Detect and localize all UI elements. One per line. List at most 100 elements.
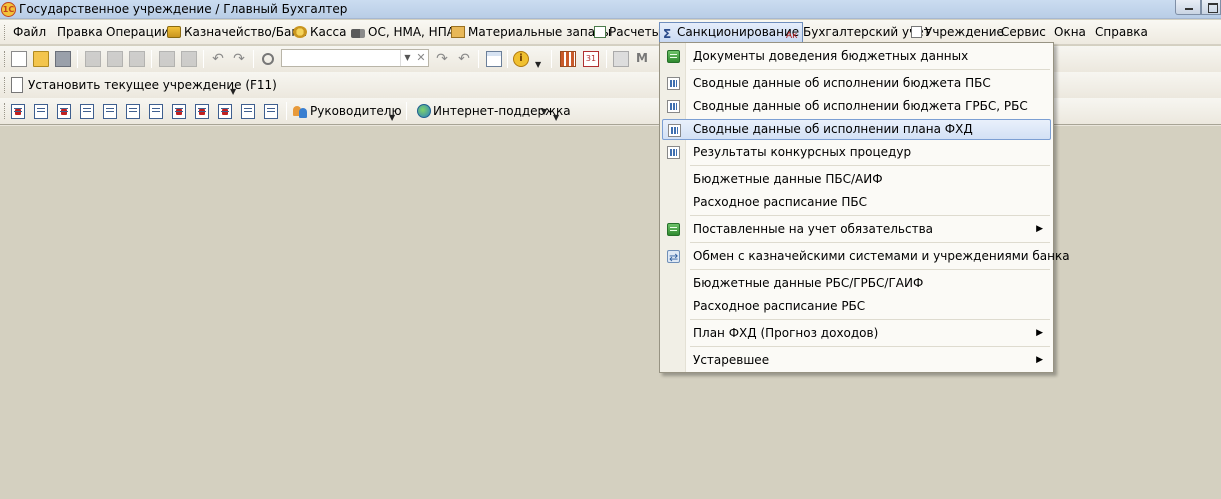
menu-help[interactable]: Справка (1092, 22, 1151, 43)
menu-settlements[interactable]: Расчеты (591, 22, 664, 43)
dropdown-menu-item[interactable]: Результаты конкурсных процедур (662, 142, 1051, 163)
menu-institution[interactable]: Учреждение (908, 22, 1007, 43)
accounting-icon: Ак (786, 31, 798, 41)
find-prev-icon[interactable]: ↶ (456, 51, 472, 67)
search-input[interactable]: ▼ ✕ (281, 49, 429, 67)
print-icon[interactable] (159, 51, 175, 67)
sigma-icon: Σ (663, 27, 672, 41)
report-icon[interactable] (11, 104, 25, 119)
copy-icon[interactable] (107, 51, 123, 67)
report-icon[interactable] (241, 104, 255, 119)
open-folder-icon[interactable] (33, 51, 49, 67)
dropdown-menu-item[interactable]: Сводные данные об исполнении бюджета ПБС (662, 73, 1051, 94)
menu-separator (690, 319, 1050, 320)
dropdown-menu-item[interactable]: Поставленные на учет обязательства ▶ (662, 219, 1051, 240)
menu-assets[interactable]: ОС, НМА, НПА (348, 22, 458, 43)
submenu-arrow-icon: ▶ (1036, 355, 1043, 365)
menu-operations[interactable]: Операции (103, 22, 172, 43)
report-icon[interactable] (57, 104, 71, 119)
dropdown-menu-item-label: Обмен с казначейскими системами и учрежд… (693, 249, 1070, 263)
cut-icon[interactable] (85, 51, 101, 67)
menu-separator (690, 242, 1050, 243)
dropdown-menu-item[interactable]: Расходное расписание РБС (662, 296, 1051, 317)
new-document-icon[interactable] (11, 51, 27, 67)
chevron-down-icon[interactable]: ▼ (535, 60, 541, 69)
menu-edit[interactable]: Правка (54, 22, 106, 43)
menu-treasury[interactable]: Казначейство/Банк (164, 22, 309, 43)
document-icon (667, 223, 680, 236)
manager-button[interactable]: Руководителю (310, 104, 402, 118)
redo-icon[interactable]: ↷ (231, 51, 247, 67)
dropdown-menu-item[interactable]: Сводные данные об исполнении плана ФХД (662, 119, 1051, 140)
settlements-icon (594, 26, 606, 38)
print-preview-icon[interactable] (181, 51, 197, 67)
dropdown-menu-item[interactable]: План ФХД (Прогноз доходов) ▶ (662, 323, 1051, 344)
report-icon[interactable] (264, 104, 278, 119)
report-icon[interactable] (218, 104, 232, 119)
info-icon[interactable]: i (513, 51, 529, 67)
dropdown-menu-item[interactable]: Обмен с казначейскими системами и учрежд… (662, 246, 1070, 268)
dropdown-menu-item[interactable]: Устаревшее ▶ (662, 350, 1051, 371)
menu-cash[interactable]: Касса (290, 22, 349, 43)
table-icon[interactable] (613, 51, 629, 67)
dropdown-menu-item[interactable]: Бюджетные данные ПБС/АИФ (662, 169, 1051, 190)
institution-icon (911, 26, 922, 38)
globe-icon (417, 104, 431, 118)
report-icon[interactable] (195, 104, 209, 119)
chevron-down-icon[interactable]: ▼ (541, 107, 547, 116)
minimize-button[interactable] (1175, 0, 1201, 15)
chevron-down-icon[interactable]: ▼ (400, 50, 414, 66)
title-bar: 1С Государственное учреждение / Главный … (0, 0, 1221, 19)
chevron-down-icon[interactable]: ▼ (230, 87, 236, 96)
internet-support-button[interactable]: Интернет-поддержка (433, 104, 571, 118)
report-icon[interactable] (34, 104, 48, 119)
dropdown-menu-item-label: Результаты конкурсных процедур (693, 145, 912, 159)
undo-icon[interactable]: ↶ (210, 51, 226, 67)
dropdown-menu-item-label: Расходное расписание ПБС (693, 195, 867, 209)
search-icon[interactable] (262, 53, 274, 65)
menu-materials[interactable]: Материальные запасы (448, 22, 614, 43)
calculator-icon[interactable] (560, 51, 576, 67)
menu-separator (690, 269, 1050, 270)
dropdown-menu-item[interactable]: Сводные данные об исполнении бюджета ГРБ… (662, 96, 1051, 117)
menu-windows[interactable]: Окна (1051, 22, 1089, 43)
manager-icon (293, 104, 307, 118)
report-icon[interactable] (126, 104, 140, 119)
menu-separator (690, 69, 1050, 70)
dropdown-menu-item[interactable]: Расходное расписание ПБС (662, 192, 1051, 213)
chevron-down-icon[interactable]: ▼ (389, 113, 395, 122)
set-institution-button[interactable]: Установить текущее учреждение (F11) (28, 78, 277, 92)
toolbar-grip[interactable] (4, 51, 7, 67)
report-icon[interactable] (172, 104, 186, 119)
menubar-grip[interactable] (4, 25, 7, 40)
dropdown-menu-item[interactable]: Бюджетные данные РБС/ГРБС/ГАИФ (662, 273, 1051, 294)
overflow-label[interactable]: M (636, 51, 648, 65)
report-chart-icon (668, 124, 681, 137)
calendar-icon[interactable]: 31 (583, 51, 599, 67)
chevron-down-icon[interactable]: ▼ (553, 113, 559, 122)
dropdown-menu-item-label: Поставленные на учет обязательства (693, 222, 934, 236)
find-next-icon[interactable]: ↷ (434, 51, 450, 67)
report-chart-icon (667, 100, 680, 113)
dropdown-menu-item[interactable]: Документы доведения бюджетных данных (662, 46, 1051, 67)
maximize-button[interactable] (1201, 0, 1221, 15)
menu-sanction[interactable]: Σ Санкционирование (659, 22, 804, 43)
paste-icon[interactable] (129, 51, 145, 67)
report-icon[interactable] (80, 104, 94, 119)
windows-icon[interactable] (486, 51, 502, 67)
dropdown-menu-item-label: Бюджетные данные ПБС/АИФ (693, 172, 883, 186)
bank-icon (167, 26, 181, 38)
toolbar-grip[interactable] (4, 103, 7, 119)
dropdown-menu-item-label: Сводные данные об исполнении бюджета ГРБ… (693, 99, 1028, 113)
menu-file[interactable]: Файл (10, 22, 49, 43)
toolbar-grip[interactable] (4, 77, 7, 93)
clear-icon[interactable]: ✕ (414, 50, 428, 66)
menu-service[interactable]: Сервис (998, 22, 1049, 43)
dropdown-menu-item-label: Устаревшее (693, 353, 770, 367)
save-icon[interactable] (55, 51, 71, 67)
report-icon[interactable] (149, 104, 163, 119)
exchange-icon (667, 247, 680, 268)
window-title: Государственное учреждение / Главный Бух… (19, 2, 348, 16)
menu-separator (690, 346, 1050, 347)
report-icon[interactable] (103, 104, 117, 119)
